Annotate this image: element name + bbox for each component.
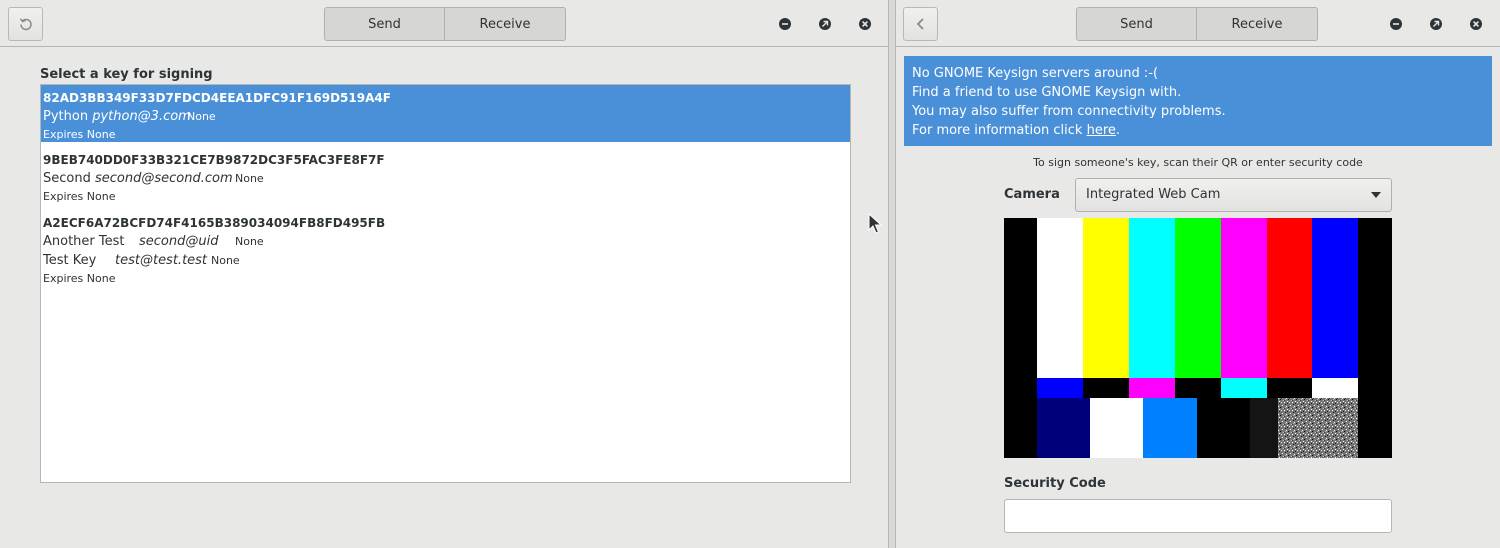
maximize-button[interactable] xyxy=(818,17,832,31)
banner-text: For more information click xyxy=(912,123,1087,138)
refresh-button[interactable] xyxy=(8,7,43,41)
back-button[interactable] xyxy=(903,7,938,41)
stack-switcher: Send Receive xyxy=(1076,7,1318,41)
uid-email: test@test.test xyxy=(115,253,208,268)
key-uid: Another Test second@uid None xyxy=(43,232,848,251)
minimize-button[interactable] xyxy=(778,17,792,31)
uid-name: Python xyxy=(43,109,89,124)
camera-preview xyxy=(1004,218,1392,458)
key-expiry: Expires None xyxy=(43,128,116,141)
maximize-icon xyxy=(1430,18,1442,30)
maximize-icon xyxy=(819,18,831,30)
banner-text: . xyxy=(1115,123,1121,138)
mouse-cursor-icon xyxy=(868,213,882,234)
uid-email: python@3.com xyxy=(92,109,191,124)
key-uid: Test Key test@test.test None xyxy=(43,251,848,270)
close-icon xyxy=(1470,18,1482,30)
banner-line: Find a friend to use GNOME Keysign with. xyxy=(912,85,1182,100)
maximize-button[interactable] xyxy=(1429,17,1443,31)
key-row[interactable]: 82AD3BB349F33D7FDCD4EEA1DFC91F169D519A4F… xyxy=(41,85,850,142)
header-bar: Send Receive xyxy=(896,0,1500,47)
security-code-label: Security Code xyxy=(1004,476,1106,491)
close-button[interactable] xyxy=(858,17,872,31)
close-icon xyxy=(859,18,871,30)
info-banner: No GNOME Keysign servers around :-( Find… xyxy=(904,56,1492,146)
minimize-icon xyxy=(1390,18,1402,30)
uid-name: Second xyxy=(43,171,91,186)
key-fingerprint: A2ECF6A72BCFD74F4165B389034094FB8FD495FB xyxy=(43,216,386,230)
send-window: Send Receive Select a key for signing 82… xyxy=(0,0,889,548)
uid-name: Another Test xyxy=(43,234,125,249)
uid-comment: None xyxy=(211,254,240,267)
camera-select-value: Integrated Web Cam xyxy=(1086,187,1221,202)
key-fingerprint: 9BEB740DD0F33B321CE7B9872DC3F5FAC3FE8F7F xyxy=(43,153,385,167)
uid-email: second@uid xyxy=(139,234,219,249)
key-expiry: Expires None xyxy=(43,272,116,285)
key-uid: Python python@3.com None xyxy=(43,107,848,126)
security-code-input[interactable] xyxy=(1004,499,1392,533)
camera-label: Camera xyxy=(1004,187,1060,202)
key-list: 82AD3BB349F33D7FDCD4EEA1DFC91F169D519A4F… xyxy=(40,84,851,483)
banner-line: For more information click here. xyxy=(912,121,1484,140)
dropdown-arrow-icon xyxy=(1371,192,1381,198)
key-uid: Second second@second.com None xyxy=(43,169,848,188)
uid-name: Test Key xyxy=(43,253,97,268)
send-tab[interactable]: Send xyxy=(324,7,445,41)
uid-comment: None xyxy=(235,172,264,185)
receive-window: Send Receive No GNOME Keysign servers ar… xyxy=(895,0,1500,548)
banner-line: No GNOME Keysign servers around :-( xyxy=(912,66,1159,81)
key-expiry: Expires None xyxy=(43,190,116,203)
minimize-button[interactable] xyxy=(1389,17,1403,31)
banner-line: You may also suffer from connectivity pr… xyxy=(912,104,1226,119)
key-list-heading: Select a key for signing xyxy=(40,67,213,82)
send-tab[interactable]: Send xyxy=(1076,7,1197,41)
key-row[interactable]: 9BEB740DD0F33B321CE7B9872DC3F5FAC3FE8F7F… xyxy=(41,142,850,205)
camera-select[interactable]: Integrated Web Cam xyxy=(1075,178,1392,212)
stack-switcher: Send Receive xyxy=(324,7,566,41)
key-row[interactable]: A2ECF6A72BCFD74F4165B389034094FB8FD495FB… xyxy=(41,205,850,287)
uid-email: second@second.com xyxy=(94,171,233,186)
uid-comment: None xyxy=(187,110,216,123)
minimize-icon xyxy=(779,18,791,30)
refresh-icon xyxy=(19,18,32,31)
uid-comment: None xyxy=(235,235,264,248)
receive-tab[interactable]: Receive xyxy=(445,7,566,41)
more-info-link[interactable]: here xyxy=(1087,123,1116,138)
key-fingerprint: 82AD3BB349F33D7FDCD4EEA1DFC91F169D519A4F xyxy=(43,91,391,105)
instruction-text: To sign someone's key, scan their QR or … xyxy=(1033,156,1363,169)
close-button[interactable] xyxy=(1469,17,1483,31)
header-bar: Send Receive xyxy=(0,0,888,47)
receive-tab[interactable]: Receive xyxy=(1197,7,1318,41)
back-icon xyxy=(916,18,924,30)
